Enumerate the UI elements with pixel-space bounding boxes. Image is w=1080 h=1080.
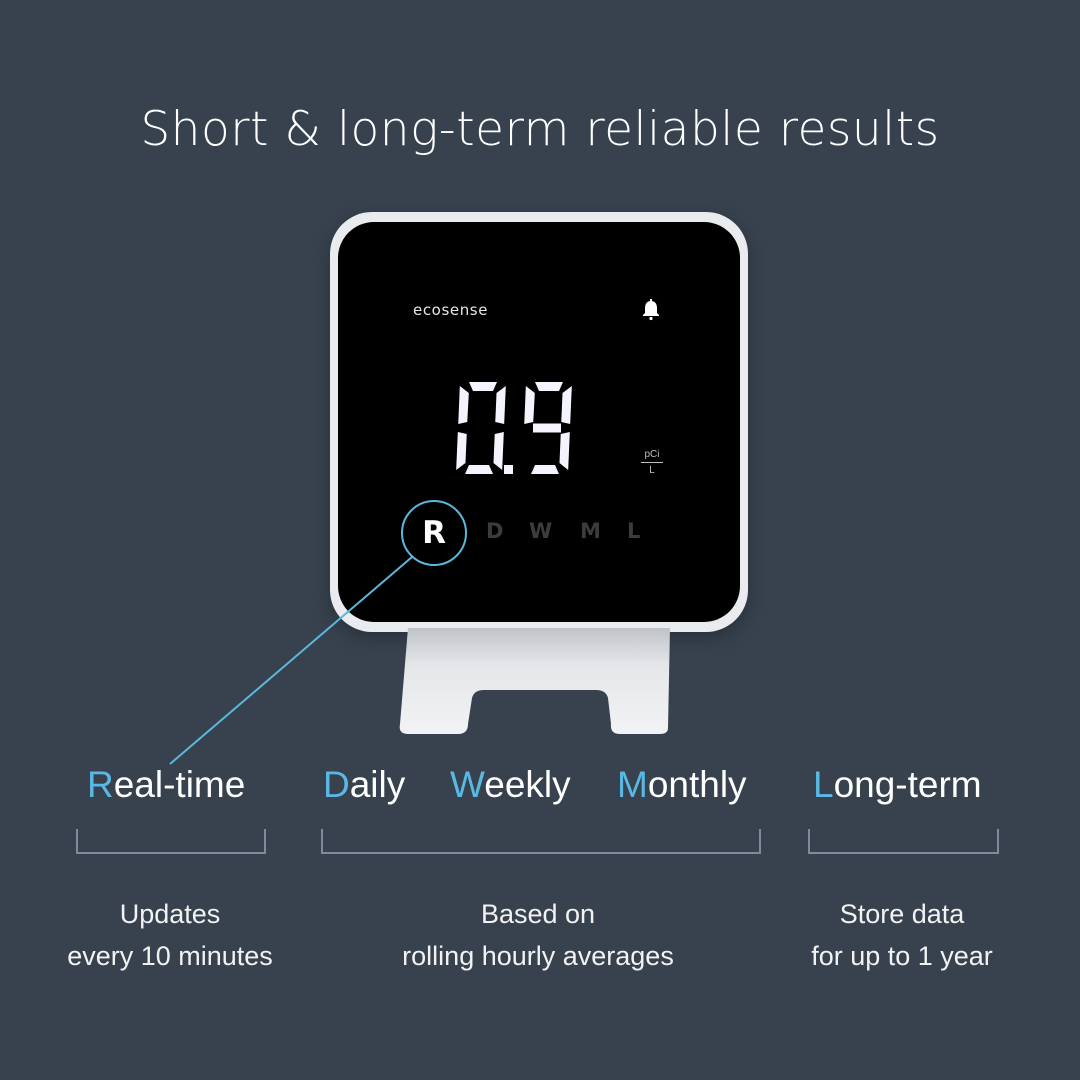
- label-longterm: Long-term: [813, 764, 982, 806]
- segment-a: [469, 382, 497, 391]
- label-daily-initial: D: [323, 764, 350, 805]
- mode-indicator-monthly: M: [580, 519, 601, 543]
- label-daily: Daily: [323, 764, 405, 806]
- label-longterm-initial: L: [813, 764, 834, 805]
- label-monthly-rest: onthly: [647, 764, 747, 805]
- segment-b: [495, 386, 506, 424]
- desc-longterm-line2: for up to 1 year: [811, 941, 993, 971]
- desc-rolling: Based on rolling hourly averages: [370, 893, 706, 977]
- mode-indicator-weekly: W: [529, 519, 553, 543]
- mode-indicator-daily: D: [486, 519, 504, 543]
- segment-f: [524, 386, 535, 424]
- segment-f: [458, 386, 469, 424]
- desc-realtime-line1: Updates: [119, 899, 221, 929]
- label-realtime-rest: eal-time: [113, 764, 246, 805]
- label-weekly: Weekly: [450, 764, 571, 806]
- desc-longterm-line1: Store data: [839, 899, 965, 929]
- desc-realtime-line2: every 10 minutes: [67, 941, 273, 971]
- label-realtime-initial: R: [87, 764, 114, 805]
- reading-digit-0: [456, 382, 506, 474]
- mode-indicator-realtime: R: [401, 500, 467, 566]
- reading-digit-1: [524, 382, 572, 474]
- label-longterm-rest: ong-term: [833, 764, 982, 805]
- segment-b: [561, 386, 572, 424]
- label-weekly-rest: eekly: [484, 764, 571, 805]
- label-daily-rest: aily: [349, 764, 406, 805]
- bracket-rolling: [321, 829, 761, 854]
- segment-e: [456, 432, 467, 470]
- bracket-realtime: [76, 829, 266, 854]
- unit-denominator: L: [649, 465, 655, 476]
- segment-c: [559, 432, 570, 470]
- desc-longterm: Store data for up to 1 year: [782, 893, 1022, 977]
- desc-rolling-line2: rolling hourly averages: [402, 941, 674, 971]
- decimal-point: [504, 465, 513, 474]
- brand-logo: ecosense: [413, 301, 489, 319]
- mode-indicator-longterm: L: [627, 519, 641, 543]
- segment-c: [493, 432, 504, 470]
- segment-a: [535, 382, 563, 391]
- segment-d: [531, 465, 559, 474]
- bracket-longterm: [808, 829, 999, 854]
- device-stand: [399, 628, 670, 734]
- label-weekly-initial: W: [450, 764, 485, 805]
- segment-d: [465, 465, 493, 474]
- unit-numerator: pCi: [644, 449, 660, 460]
- label-realtime: Real-time: [87, 764, 245, 806]
- label-monthly-initial: M: [617, 764, 648, 805]
- segment-g: [533, 423, 561, 433]
- page-title: Short & long-term reliable results: [140, 102, 940, 157]
- reading-display: [456, 382, 572, 474]
- bell-icon: [643, 299, 659, 321]
- label-monthly: Monthly: [617, 764, 747, 806]
- desc-rolling-line1: Based on: [480, 899, 596, 929]
- unit-divider: [641, 462, 663, 463]
- desc-realtime: Updates every 10 minutes: [40, 893, 300, 977]
- unit-label: pCi L: [641, 449, 663, 476]
